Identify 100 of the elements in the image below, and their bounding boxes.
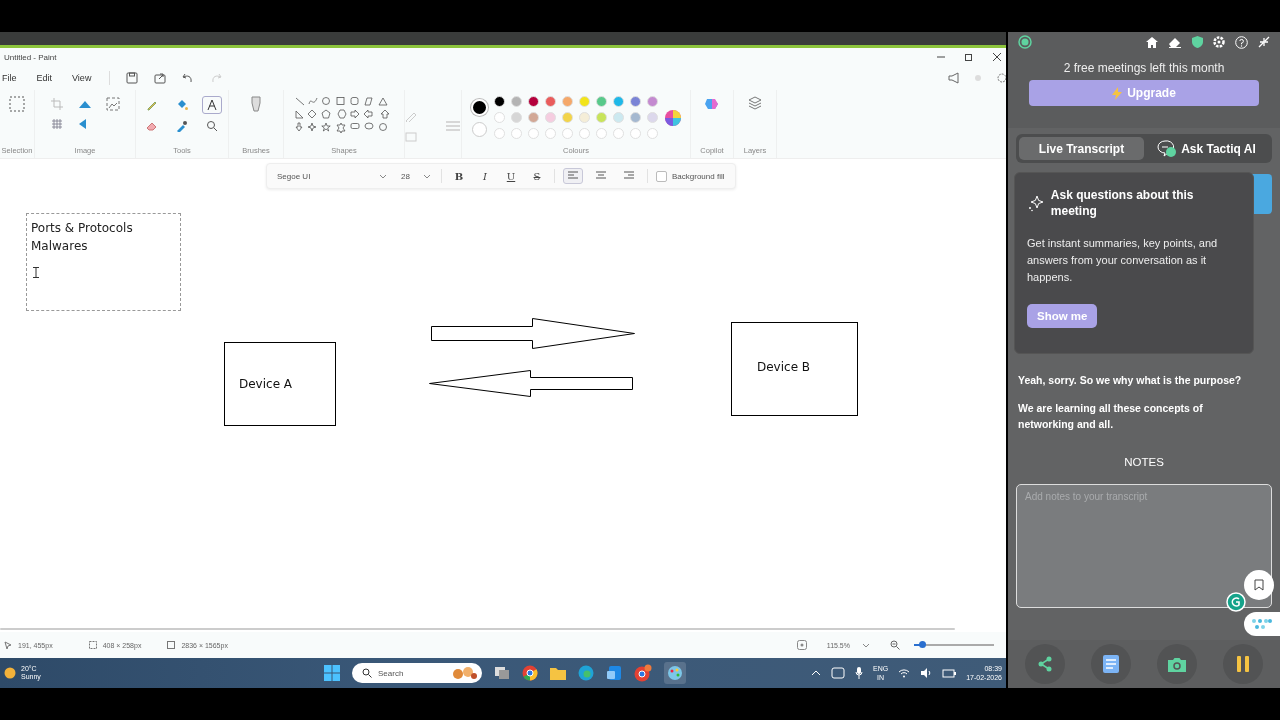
wifi-icon[interactable]	[898, 668, 911, 678]
zoom-out-icon[interactable]	[890, 640, 900, 650]
color-picker-icon[interactable]	[176, 120, 188, 132]
document-button[interactable]	[1091, 644, 1131, 684]
battery-icon[interactable]	[942, 668, 957, 678]
text-box[interactable]: Ports & Protocols Malwares	[26, 213, 181, 311]
colour-swatch[interactable]	[510, 96, 522, 107]
layers-icon[interactable]	[748, 96, 762, 110]
colour-swatch[interactable]	[595, 112, 607, 123]
tab[interactable]: Live Transcript	[1019, 137, 1144, 160]
fill-bucket-icon[interactable]	[176, 99, 188, 111]
text-style-button[interactable]: S	[528, 170, 546, 182]
empty-swatch[interactable]	[493, 128, 505, 139]
empty-swatch[interactable]	[646, 128, 658, 139]
brush-icon[interactable]	[251, 96, 261, 112]
empty-swatch[interactable]	[612, 128, 624, 139]
tab[interactable]: Ask Tactiq AI	[1144, 137, 1269, 160]
empty-swatch[interactable]	[527, 128, 539, 139]
colour-swatch[interactable]	[578, 112, 590, 123]
eraser-icon[interactable]	[146, 120, 158, 132]
font-size-dropdown[interactable]: 28	[399, 169, 433, 183]
chrome-icon[interactable]	[522, 665, 538, 681]
restore-icon[interactable]	[964, 52, 974, 62]
align-button[interactable]	[563, 168, 583, 184]
menu-item[interactable]: View	[70, 73, 94, 83]
edge-icon[interactable]	[578, 665, 594, 681]
scrollbar[interactable]	[0, 628, 955, 630]
eraser-icon[interactable]	[1168, 36, 1182, 48]
colour-swatch[interactable]	[612, 96, 624, 107]
text-tool-icon[interactable]	[206, 99, 218, 111]
app-icon[interactable]	[606, 665, 622, 681]
copilot-icon[interactable]	[704, 96, 720, 112]
colour-swatch[interactable]	[612, 112, 624, 123]
empty-swatch[interactable]	[595, 128, 607, 139]
collapse-icon[interactable]	[1258, 36, 1270, 48]
share-icon[interactable]	[154, 72, 167, 84]
text-style-button[interactable]: U	[502, 170, 520, 182]
pause-button[interactable]	[1223, 644, 1263, 684]
task-view-icon[interactable]	[494, 666, 510, 680]
colour-swatch[interactable]	[493, 112, 505, 123]
empty-swatch[interactable]	[510, 128, 522, 139]
help-icon[interactable]	[1235, 35, 1248, 49]
crop-icon[interactable]	[51, 98, 63, 110]
close-icon[interactable]	[992, 52, 1002, 62]
start-icon[interactable]	[324, 665, 340, 681]
cloud-icon[interactable]	[831, 667, 845, 679]
share-button[interactable]	[1025, 644, 1065, 684]
chrome-icon[interactable]	[634, 664, 652, 682]
resize-icon[interactable]	[105, 96, 121, 112]
colour-swatch[interactable]	[527, 96, 539, 107]
colour-swatch[interactable]	[561, 112, 573, 123]
text-style-button[interactable]: I	[476, 170, 494, 182]
empty-swatch[interactable]	[544, 128, 556, 139]
empty-swatch[interactable]	[629, 128, 641, 139]
grammar-assistant-icon[interactable]	[1226, 592, 1246, 612]
cursor-icon	[4, 641, 12, 649]
primary-colour-swatch[interactable]	[470, 98, 488, 116]
popover-text: Get instant summaries, key points, and answers from your conversation as it happens.	[1027, 236, 1219, 285]
colour-swatch[interactable]	[561, 96, 573, 107]
checkbox[interactable]	[656, 170, 667, 182]
taskbar-search[interactable]: Search	[352, 663, 482, 683]
menu-item[interactable]: File	[0, 73, 19, 83]
colour-swatch[interactable]	[629, 112, 641, 123]
microphone-icon[interactable]	[855, 667, 863, 679]
paint-icon[interactable]	[667, 665, 683, 681]
magnifier-icon[interactable]	[206, 120, 218, 132]
empty-swatch[interactable]	[578, 128, 590, 139]
colour-swatch[interactable]	[510, 112, 522, 123]
font-dropdown[interactable]: Segoe UI	[273, 169, 391, 183]
image-grid-icon[interactable]	[51, 118, 63, 130]
bookmark-icon	[1254, 579, 1264, 591]
colour-swatch[interactable]	[544, 112, 556, 123]
colour-swatch[interactable]	[646, 96, 658, 107]
home-icon[interactable]	[1146, 36, 1158, 48]
colour-swatch[interactable]	[493, 96, 505, 107]
colour-swatch[interactable]	[629, 96, 641, 107]
selection-icon[interactable]	[9, 96, 25, 112]
colour-swatch[interactable]	[544, 96, 556, 107]
undo-icon[interactable]	[182, 72, 195, 84]
record-icon[interactable]	[1018, 35, 1032, 49]
megaphone-icon[interactable]	[948, 72, 960, 84]
fit-icon[interactable]	[796, 640, 807, 650]
shield-icon[interactable]	[1192, 36, 1203, 48]
empty-swatch[interactable]	[561, 128, 573, 139]
colour-swatch[interactable]	[595, 96, 607, 107]
chevron-up-icon[interactable]	[811, 669, 821, 677]
speaker-icon[interactable]	[920, 668, 933, 678]
dots-button[interactable]	[1244, 612, 1280, 636]
menu-item[interactable]: Edit	[34, 73, 55, 83]
secondary-colour-swatch[interactable]	[471, 121, 487, 137]
caret-icon	[379, 173, 387, 179]
save-icon[interactable]	[126, 72, 139, 84]
colour-wheel-icon[interactable]	[663, 108, 682, 127]
colour-swatch[interactable]	[646, 112, 658, 123]
camera-button[interactable]	[1157, 644, 1197, 684]
folder-icon[interactable]	[550, 666, 566, 680]
colour-swatch[interactable]	[527, 112, 539, 123]
text-style-button[interactable]: B	[450, 170, 468, 182]
colour-swatch[interactable]	[578, 96, 590, 107]
pencil-icon[interactable]	[146, 99, 158, 111]
